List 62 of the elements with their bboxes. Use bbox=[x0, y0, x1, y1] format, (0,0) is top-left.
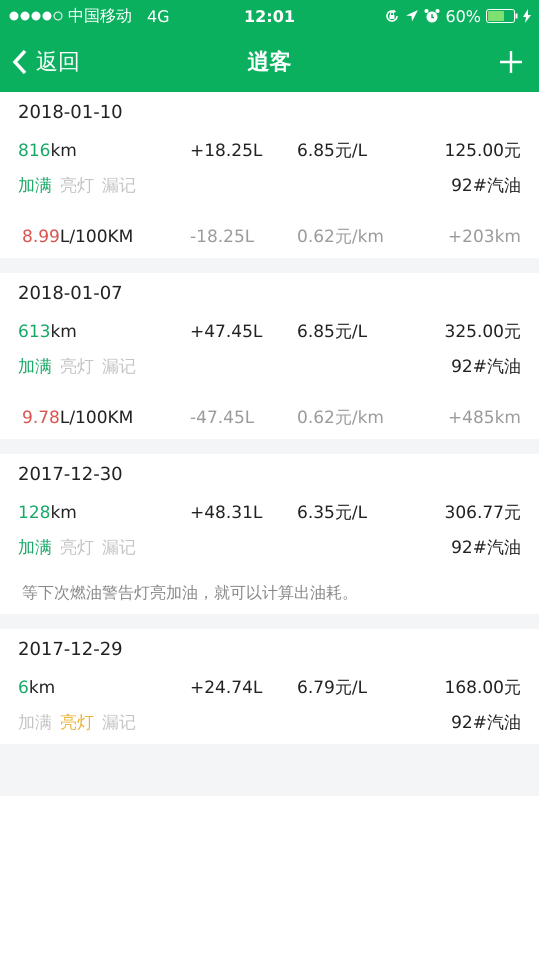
battery-percent: 60% bbox=[445, 6, 481, 26]
page-title: 逍客 bbox=[248, 48, 292, 77]
record-card[interactable]: 2018-01-07 613km +47.45L 6.85元/L 325.00元 加满 亮灯 漏记 92#汽油 9.78L/100KM -47.45L 0.62元/km +485km bbox=[0, 273, 539, 439]
record-card[interactable]: 2017-12-30 128km +48.31L 6.35元/L 306.77元 加满 亮灯 漏记 92#汽油 等下次燃油警告灯亮加油，就可以计算出油耗。 bbox=[0, 454, 539, 614]
amount: 125.00元 bbox=[444, 140, 521, 162]
amount: 325.00元 bbox=[444, 321, 521, 343]
fill-tag: 加满 bbox=[18, 355, 52, 378]
alarm-clock-icon bbox=[424, 8, 440, 24]
record-date: 2017-12-30 bbox=[18, 464, 124, 485]
mileage: 613km bbox=[18, 322, 78, 342]
record-date: 2018-01-10 bbox=[18, 102, 124, 123]
fuel-grade: 92#汽油 bbox=[451, 356, 521, 378]
cost-per-km: 0.62元/km bbox=[297, 407, 385, 429]
rotation-lock-icon bbox=[384, 8, 400, 24]
fill-tag: 亮灯 bbox=[60, 355, 94, 378]
fill-tag: 加满 bbox=[18, 536, 52, 559]
unit-price: 6.85元/L bbox=[297, 321, 368, 343]
fuel-used: -18.25L bbox=[190, 226, 256, 246]
fuel-added: +47.45L bbox=[190, 322, 264, 342]
fill-tag: 亮灯 bbox=[60, 536, 94, 559]
fuel-grade: 92#汽油 bbox=[451, 712, 521, 734]
mileage: 6km bbox=[18, 678, 56, 698]
fill-tag: 漏记 bbox=[102, 711, 136, 734]
charging-bolt-icon bbox=[523, 9, 531, 23]
fill-tag: 漏记 bbox=[102, 355, 136, 378]
network-type: 4G bbox=[147, 6, 170, 26]
fuel-consumption: 9.78L/100KM bbox=[21, 408, 134, 428]
unit-price: 6.79元/L bbox=[297, 677, 368, 699]
hint-text: 等下次燃油警告灯亮加油，就可以计算出油耗。 bbox=[21, 583, 359, 604]
fuel-grade: 92#汽油 bbox=[451, 175, 521, 197]
unit-price: 6.35元/L bbox=[297, 502, 368, 524]
cost-per-km: 0.62元/km bbox=[297, 226, 385, 248]
clock: 12:01 bbox=[244, 6, 295, 26]
distance-since: +485km bbox=[446, 408, 521, 428]
fill-tag: 加满 bbox=[18, 174, 52, 197]
battery-icon bbox=[486, 9, 518, 23]
fill-tag: 漏记 bbox=[102, 174, 136, 197]
fuel-consumption: 8.99L/100KM bbox=[21, 226, 134, 246]
signal-icon bbox=[9, 11, 63, 21]
unit-price: 6.85元/L bbox=[297, 140, 368, 162]
chevron-left-icon bbox=[12, 49, 28, 75]
fill-tag: 亮灯 bbox=[60, 174, 94, 197]
fuel-grade: 92#汽油 bbox=[451, 537, 521, 559]
fill-tag: 漏记 bbox=[102, 536, 136, 559]
record-card[interactable]: 2018-01-10 816km +18.25L 6.85元/L 125.00元 加满 亮灯 漏记 92#汽油 8.99L/100KM -18.25L 0.62元/km +203km bbox=[0, 92, 539, 258]
distance-since: +203km bbox=[446, 226, 521, 246]
fuel-added: +18.25L bbox=[190, 140, 264, 160]
fuel-used: -47.45L bbox=[190, 408, 256, 428]
record-card[interactable]: 2017-12-29 6km +24.74L 6.79元/L 168.00元 加满 亮灯 漏记 92#汽油 bbox=[0, 629, 539, 744]
record-date: 2017-12-29 bbox=[18, 639, 124, 660]
record-date: 2018-01-07 bbox=[18, 283, 124, 304]
mileage: 816km bbox=[18, 140, 78, 160]
plus-icon bbox=[499, 50, 523, 74]
mileage: 128km bbox=[18, 502, 78, 522]
fill-tag: 加满 bbox=[18, 711, 52, 734]
fuel-added: +24.74L bbox=[190, 678, 264, 698]
amount: 168.00元 bbox=[444, 677, 521, 699]
location-arrow-icon bbox=[405, 9, 420, 23]
fuel-added: +48.31L bbox=[190, 502, 264, 522]
amount: 306.77元 bbox=[444, 502, 521, 524]
carrier-name: 中国移动 bbox=[68, 6, 132, 26]
fill-tag: 亮灯 bbox=[60, 711, 94, 734]
